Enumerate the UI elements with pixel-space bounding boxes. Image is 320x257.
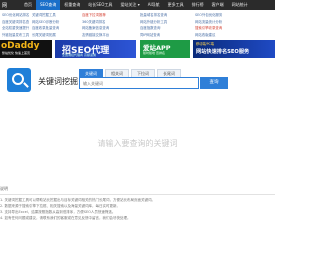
banner-subtitle: 网站快速排名SEO服务 xyxy=(196,49,250,55)
nav-seo-query[interactable]: SEO查询 xyxy=(36,0,61,10)
banner-title: oDaddy xyxy=(1,41,40,51)
link[interactable]: SEO优化网站排名 xyxy=(2,12,29,19)
link[interactable]: 百度下拉词推荐 xyxy=(82,12,137,19)
link[interactable]: 网站流量统计分析 xyxy=(195,19,273,26)
nav-more-tools[interactable]: 更多工具 xyxy=(164,0,188,10)
link[interactable]: 网站外链分析工具 xyxy=(140,19,192,26)
ad-banner-1[interactable]: oDaddy 整站优化 快速上首页 xyxy=(0,40,52,58)
nav-weight-query[interactable]: 权重查询 xyxy=(60,0,84,10)
search-input[interactable] xyxy=(79,77,199,89)
banner-subtitle: 全国诚招代理商 高额返佣 xyxy=(62,53,96,57)
footer-notes: 1. 关键词挖掘工具可以帮助站长挖掘出与目标关键词相关的热门长尾词，方便站长布局… xyxy=(0,197,155,221)
link[interactable]: 百度关键词排名查询 xyxy=(2,19,29,26)
banner-subtitle: 整站优化 快速上首页 xyxy=(2,51,30,55)
link-column-5: SEO外包优化服务 网站流量统计分析 搜索引擎收录查询 网站改版建议 xyxy=(195,12,273,38)
link[interactable]: 长尾关键词拓展 xyxy=(32,32,78,39)
link[interactable]: 搜索引擎收录查询 xyxy=(195,25,273,32)
ad-banner-4[interactable]: 移动端/PC端 网站快速排名SEO服务 xyxy=(193,40,275,58)
top-navbar: 网 首页 SEO查询 权重查询 站长SEO工具 爱站关注 ▾ AI导航 更多工具… xyxy=(0,0,275,10)
link-column-3: 百度下拉词推荐 360关键词排名 网站备案信息查询 友情链接交换平台 xyxy=(82,12,137,38)
link[interactable]: 百度收录批量查询 xyxy=(32,25,78,32)
banner-title: 移动端/PC端 xyxy=(196,42,214,46)
site-logo[interactable]: 网 xyxy=(2,2,7,9)
ad-banner-3[interactable]: 爱站APP 随时随地 查排名 xyxy=(140,40,190,58)
link[interactable]: 网站SEO诊断分析 xyxy=(32,19,78,26)
nav-follow[interactable]: 爱站关注 ▾ xyxy=(116,0,143,10)
link[interactable]: 友情链接交换平台 xyxy=(82,32,137,39)
link[interactable]: 外链批量发布工具 xyxy=(2,32,29,39)
link[interactable]: 批量域名排名查询 xyxy=(140,12,192,19)
footer-heading: 说明 xyxy=(0,186,8,191)
magnifier-logo-icon xyxy=(7,68,31,92)
link[interactable]: 关键词挖掘工具 xyxy=(32,12,78,19)
link-column-4: 批量域名排名查询 网站外链分析工具 百度指数查询 同IP网站查询 xyxy=(140,12,192,38)
link[interactable]: 网站改版建议 xyxy=(195,32,273,39)
link[interactable]: SEO外包优化服务 xyxy=(195,12,273,19)
nav-home[interactable]: 首页 xyxy=(20,0,36,10)
search-button[interactable]: 查询 xyxy=(200,77,228,89)
link[interactable]: 同IP网站查询 xyxy=(140,32,192,39)
nav-stats[interactable]: 网站统计 xyxy=(228,0,252,10)
link[interactable]: 网站备案信息查询 xyxy=(82,25,137,32)
page-title: 关键词挖掘 xyxy=(38,77,78,86)
banner-subtitle: 随时随地 查排名 xyxy=(143,51,165,55)
footer-line: 4. 如有任何问题或建议，请联系我们的客服或在意见反馈中留言，我们会尽快处理。 xyxy=(0,216,131,220)
divider xyxy=(0,194,275,195)
link[interactable]: 360关键词排名 xyxy=(82,19,137,26)
ad-banner-2[interactable]: 招SEO代理 全国诚招代理商 高额返佣 xyxy=(55,40,136,58)
nav-ai[interactable]: AI导航 xyxy=(144,0,164,10)
empty-state-message: 请输入要查询的关键词 xyxy=(97,139,178,148)
nav-ranking[interactable]: 排行榜 xyxy=(188,0,208,10)
main-nav: 首页 SEO查询 权重查询 站长SEO工具 爱站关注 ▾ AI导航 更多工具 排… xyxy=(20,0,252,10)
link-column-2: 关键词挖掘工具 网站SEO诊断分析 百度收录批量查询 长尾关键词拓展 xyxy=(32,12,78,38)
link-column-1: SEO优化网站排名 百度关键词排名查询 全站权重快速提升 外链批量发布工具 xyxy=(2,12,29,38)
nav-seo-tools[interactable]: 站长SEO工具 xyxy=(84,0,116,10)
link[interactable]: 全站权重快速提升 xyxy=(2,25,29,32)
link[interactable]: 百度指数查询 xyxy=(140,25,192,32)
nav-client[interactable]: 客户端 xyxy=(208,0,228,10)
